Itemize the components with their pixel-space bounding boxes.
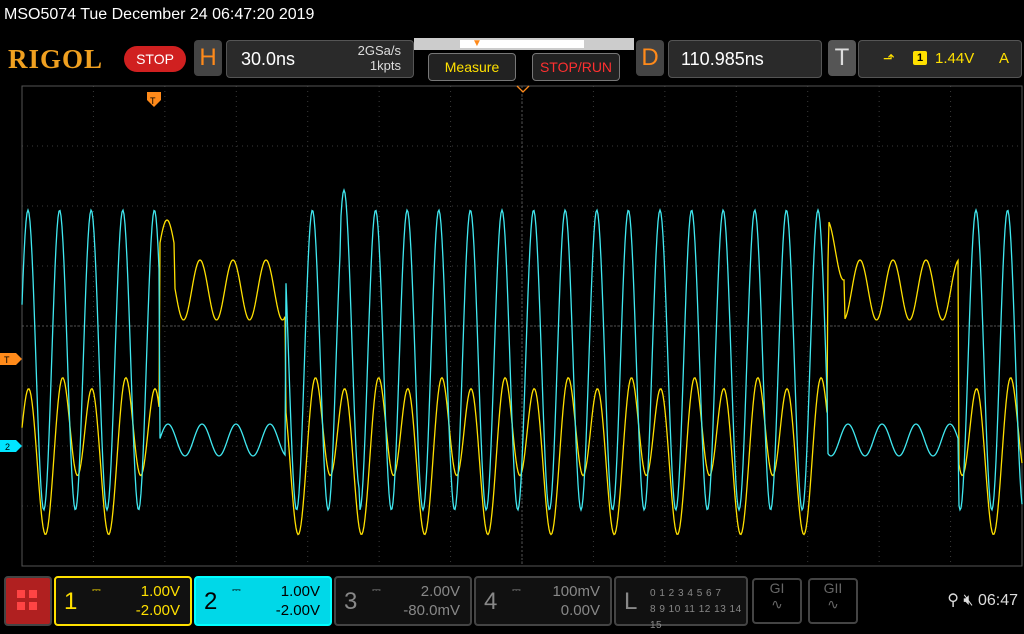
delay-value: 110.985ns	[681, 49, 764, 69]
clock: 06:47	[977, 592, 1018, 609]
memory-depth: 1kpts	[369, 58, 401, 73]
dc-coupling-icon: ⎓	[92, 584, 101, 596]
run-state-badge: STOP	[124, 46, 186, 72]
channel-4-panel[interactable]: 4 ⎓ 100mV 0.00V	[474, 576, 612, 626]
trigger-button[interactable]: T	[828, 40, 856, 76]
usb-icon: ⚲	[947, 592, 959, 609]
channel-3-panel[interactable]: 3 ⎓ 2.00V -80.0mV	[334, 576, 472, 626]
channel-2-panel[interactable]: 2 ⎓ 1.00V -2.00V	[194, 576, 332, 626]
dc-coupling-icon: ⎓	[372, 584, 381, 596]
generator-2-label: GII	[823, 580, 843, 596]
trigger-panel[interactable]: ⬏ 1 1.44V A	[858, 40, 1022, 78]
logic-channels-8-15: 8 9 10 11 12 13 14 15	[650, 604, 742, 631]
generator-1-button[interactable]: GI ∿	[752, 578, 802, 624]
delay-button[interactable]: D	[636, 40, 664, 76]
waveform-display[interactable]: T T 2	[0, 82, 1024, 568]
speaker-muted-icon: 🔇︎	[963, 592, 974, 609]
trigger-mode: A	[999, 50, 1010, 67]
channel-2-offset: -2.00V	[275, 602, 320, 619]
menu-button[interactable]	[4, 576, 52, 626]
sine-wave-icon: ∿	[771, 596, 783, 612]
timebase-value: 30.0ns	[241, 49, 296, 69]
rigol-logo: RIGOL	[8, 44, 104, 74]
dc-coupling-icon: ⎓	[512, 584, 521, 596]
logic-channels-0-7: 0 1 2 3 4 5 6 7	[650, 588, 722, 599]
channel-1-offset: -2.00V	[135, 602, 180, 619]
logic-letter: L	[624, 588, 638, 615]
generator-1-label: GI	[769, 580, 785, 596]
channel-2-number: 2	[204, 588, 218, 615]
trigger-level: 1.44V	[935, 50, 975, 67]
logic-analyzer-panel[interactable]: L 0 1 2 3 4 5 6 7 8 9 10 11 12 13 14 15	[614, 576, 748, 631]
channel-2-offset-marker	[0, 440, 22, 452]
device-title: MSO5074 Tue December 24 06:47:20 2019	[4, 6, 315, 23]
dc-coupling-icon: ⎓	[232, 584, 241, 596]
channel-1-panel[interactable]: 1 ⎓ 1.00V -2.00V	[54, 576, 192, 626]
sample-rate: 2GSa/s	[357, 43, 401, 58]
measure-button[interactable]: Measure	[428, 53, 516, 81]
graticule	[22, 86, 1022, 566]
channel-4-number: 4	[484, 588, 498, 615]
stop-run-button[interactable]: STOP/RUN	[532, 53, 620, 81]
rising-edge-icon: ⬏	[883, 50, 895, 66]
channel-1-scale: 1.00V	[140, 583, 180, 600]
center-marker	[516, 85, 530, 93]
trigger-position-icon: ▼	[472, 38, 482, 49]
status-area: ⚲ 🔇︎ 06:47	[947, 590, 1018, 610]
channel-3-scale: 2.00V	[420, 583, 460, 600]
trigger-source: 1	[913, 51, 927, 65]
channel-2-scale: 1.00V	[280, 583, 320, 600]
trigger-position-marker-label: T	[150, 96, 156, 106]
channel-4-scale: 100mV	[552, 583, 600, 600]
channel-4-offset: 0.00V	[560, 602, 600, 619]
horizontal-button[interactable]: H	[194, 40, 222, 76]
channel-3-number: 3	[344, 588, 358, 615]
channel-3-offset: -80.0mV	[403, 602, 460, 619]
sine-wave-icon: ∿	[827, 596, 839, 612]
trigger-level-label: T	[4, 355, 10, 365]
channel-2-offset-label: 2	[5, 442, 10, 452]
delay-panel[interactable]: 110.985ns	[668, 40, 822, 78]
channel-1-number: 1	[64, 588, 78, 615]
horizontal-panel[interactable]: 30.0ns 2GSa/s 1kpts	[226, 40, 414, 78]
generator-2-button[interactable]: GII ∿	[808, 578, 858, 624]
